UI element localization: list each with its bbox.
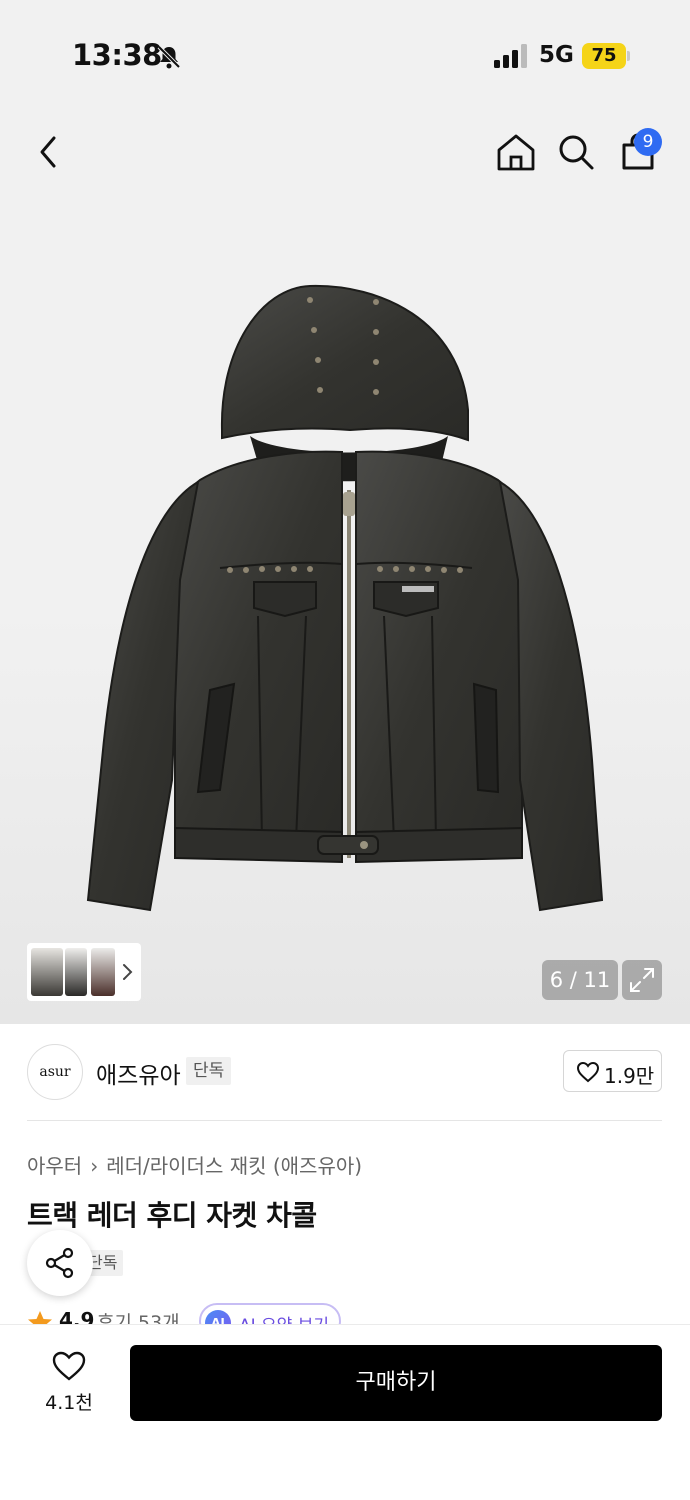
home-icon[interactable] — [492, 128, 540, 176]
divider — [27, 1120, 662, 1121]
search-icon[interactable] — [552, 128, 600, 176]
wishlist-button[interactable]: 4.1천 — [36, 1348, 102, 1418]
breadcrumb: 아우터 › 레더/라이더스 재킷 (애즈유아) — [27, 1150, 362, 1179]
image-page-counter: 6 / 11 — [542, 960, 618, 1000]
star-icon — [28, 1311, 52, 1324]
brand-logo[interactable]: asur — [27, 1044, 83, 1100]
network-label: 5G — [539, 42, 574, 68]
breadcrumb-category[interactable]: 아우터 — [27, 1154, 82, 1178]
buy-button[interactable]: 구매하기 — [130, 1345, 662, 1421]
cart-count-badge: 9 — [634, 128, 662, 156]
expand-icon — [630, 968, 654, 992]
share-icon — [45, 1247, 74, 1279]
ai-icon: AI — [205, 1310, 231, 1324]
thumbnail[interactable] — [31, 948, 63, 996]
wishlist-count: 4.1천 — [45, 1392, 93, 1414]
bell-off-icon — [157, 45, 181, 69]
brand-like-count: 1.9만 — [604, 1064, 655, 1088]
rating-row: 4.9 후기 53개 AI AI 요약 보기 — [27, 1300, 627, 1324]
review-count[interactable]: 후기 53개 — [97, 1308, 180, 1324]
brand-name[interactable]: 애즈유아 — [96, 1056, 181, 1090]
heart-icon — [52, 1351, 86, 1381]
product-title: 트랙 레더 후디 자켓 차콜 — [27, 1199, 317, 1232]
breadcrumb-separator-icon: › — [90, 1154, 99, 1178]
thumbnail-strip[interactable] — [27, 943, 141, 1001]
ai-summary-button[interactable]: AI AI 요약 보기 — [199, 1303, 341, 1324]
breadcrumb-subcategory[interactable]: 레더/라이더스 재킷 (애즈유아) — [106, 1154, 362, 1178]
status-time: 13:38 — [72, 38, 162, 72]
thumbnail[interactable] — [65, 948, 87, 996]
product-image[interactable] — [80, 280, 620, 940]
brand-like-button[interactable]: 1.9만 — [563, 1050, 662, 1092]
rating-score: 4.9 — [59, 1308, 95, 1324]
heart-icon — [576, 1061, 600, 1083]
battery-indicator: 75 — [582, 43, 626, 69]
share-button[interactable] — [27, 1230, 93, 1296]
chevron-right-icon[interactable] — [121, 960, 135, 984]
battery-tip — [627, 51, 630, 61]
thumbnail[interactable] — [91, 948, 115, 996]
exclusive-badge: 단독 — [186, 1057, 232, 1085]
ai-summary-label: AI 요약 보기 — [239, 1311, 329, 1324]
signal-icon — [494, 44, 527, 68]
back-icon[interactable] — [26, 128, 74, 176]
expand-button[interactable] — [622, 960, 662, 1000]
